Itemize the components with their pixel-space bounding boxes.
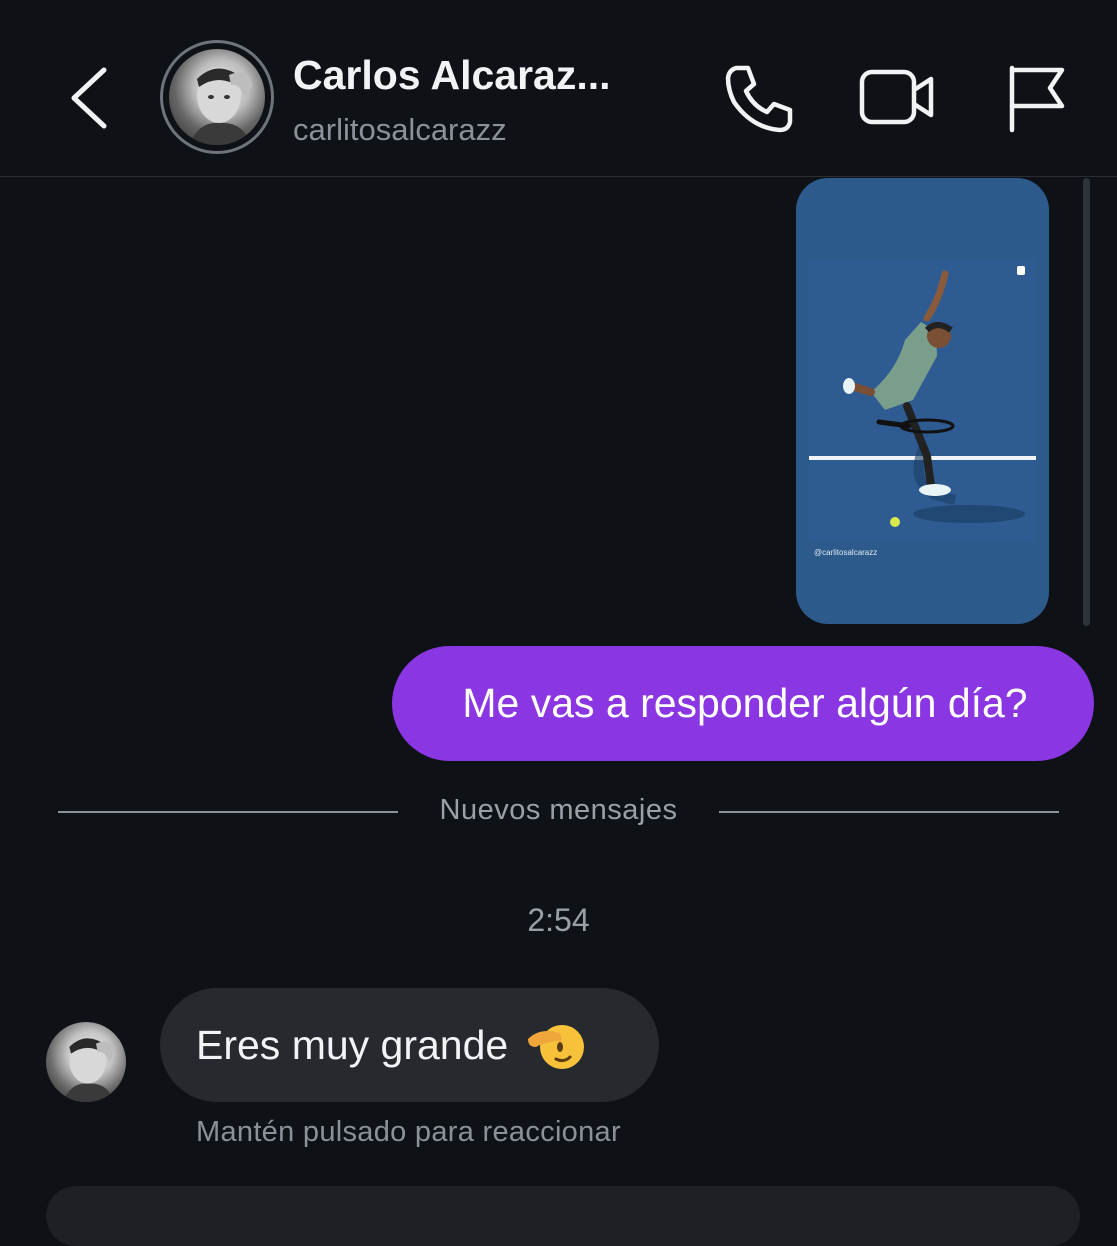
shared-story-card[interactable]: @carlitosalcarazz: [796, 178, 1049, 624]
phone-icon[interactable]: [722, 62, 796, 136]
message-composer[interactable]: [46, 1186, 1080, 1246]
sent-message-bubble[interactable]: Me vas a responder algún día?: [392, 646, 1094, 761]
sender-avatar[interactable]: [46, 1022, 126, 1102]
received-message-bubble[interactable]: Eres muy grande: [160, 988, 659, 1102]
story-photo: [809, 260, 1036, 542]
chevron-left-icon[interactable]: [62, 60, 118, 136]
received-message-text: Eres muy grande: [196, 1021, 509, 1068]
divider-line-right: [719, 811, 1059, 813]
message-timestamp: 2:54: [527, 902, 590, 938]
chat-header: Carlos Alcaraz... carlitosalcarazz: [0, 0, 1117, 177]
reaction-hint: Mantén pulsado para reaccionar: [196, 1116, 621, 1148]
divider-line-left: [58, 811, 398, 813]
flag-icon[interactable]: [1004, 62, 1068, 134]
scrollbar[interactable]: [1083, 178, 1090, 626]
new-messages-divider: Nuevos mensajes: [439, 794, 678, 826]
profile-avatar[interactable]: [160, 40, 274, 154]
saluting-face-emoji-icon: [528, 1025, 585, 1069]
story-handle: @carlitosalcarazz: [814, 548, 878, 557]
avatar-photo: [169, 49, 265, 145]
video-camera-icon[interactable]: [858, 64, 936, 130]
contact-username[interactable]: carlitosalcarazz: [293, 112, 507, 148]
contact-name[interactable]: Carlos Alcaraz...: [293, 52, 663, 99]
